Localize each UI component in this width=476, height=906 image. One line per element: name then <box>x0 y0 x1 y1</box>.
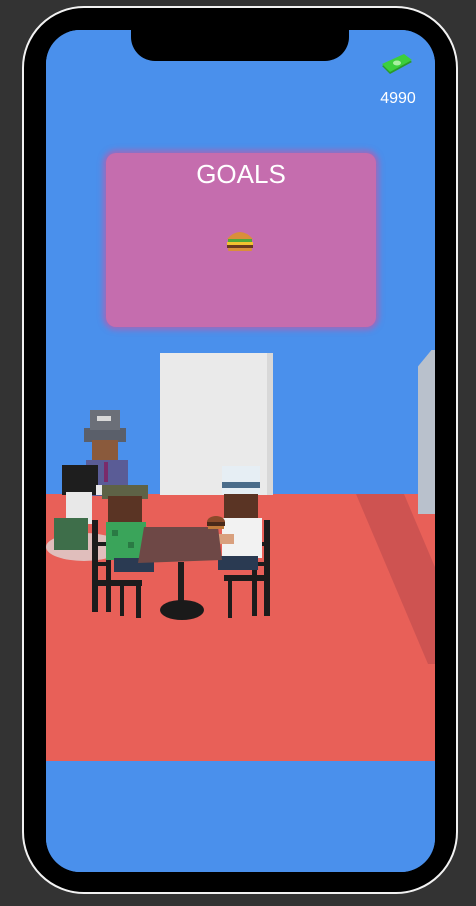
table-burger-icon[interactable] <box>207 516 225 529</box>
dining-table[interactable] <box>138 527 222 620</box>
currency-value: 4990 <box>380 90 416 107</box>
goals-title: GOALS <box>196 159 286 189</box>
game-screen[interactable]: GOALS 4990 <box>46 30 435 872</box>
burger-icon <box>227 232 253 251</box>
goals-panel: GOALS <box>106 153 376 327</box>
phone-notch <box>131 28 349 61</box>
cash-stack-icon <box>382 54 412 74</box>
